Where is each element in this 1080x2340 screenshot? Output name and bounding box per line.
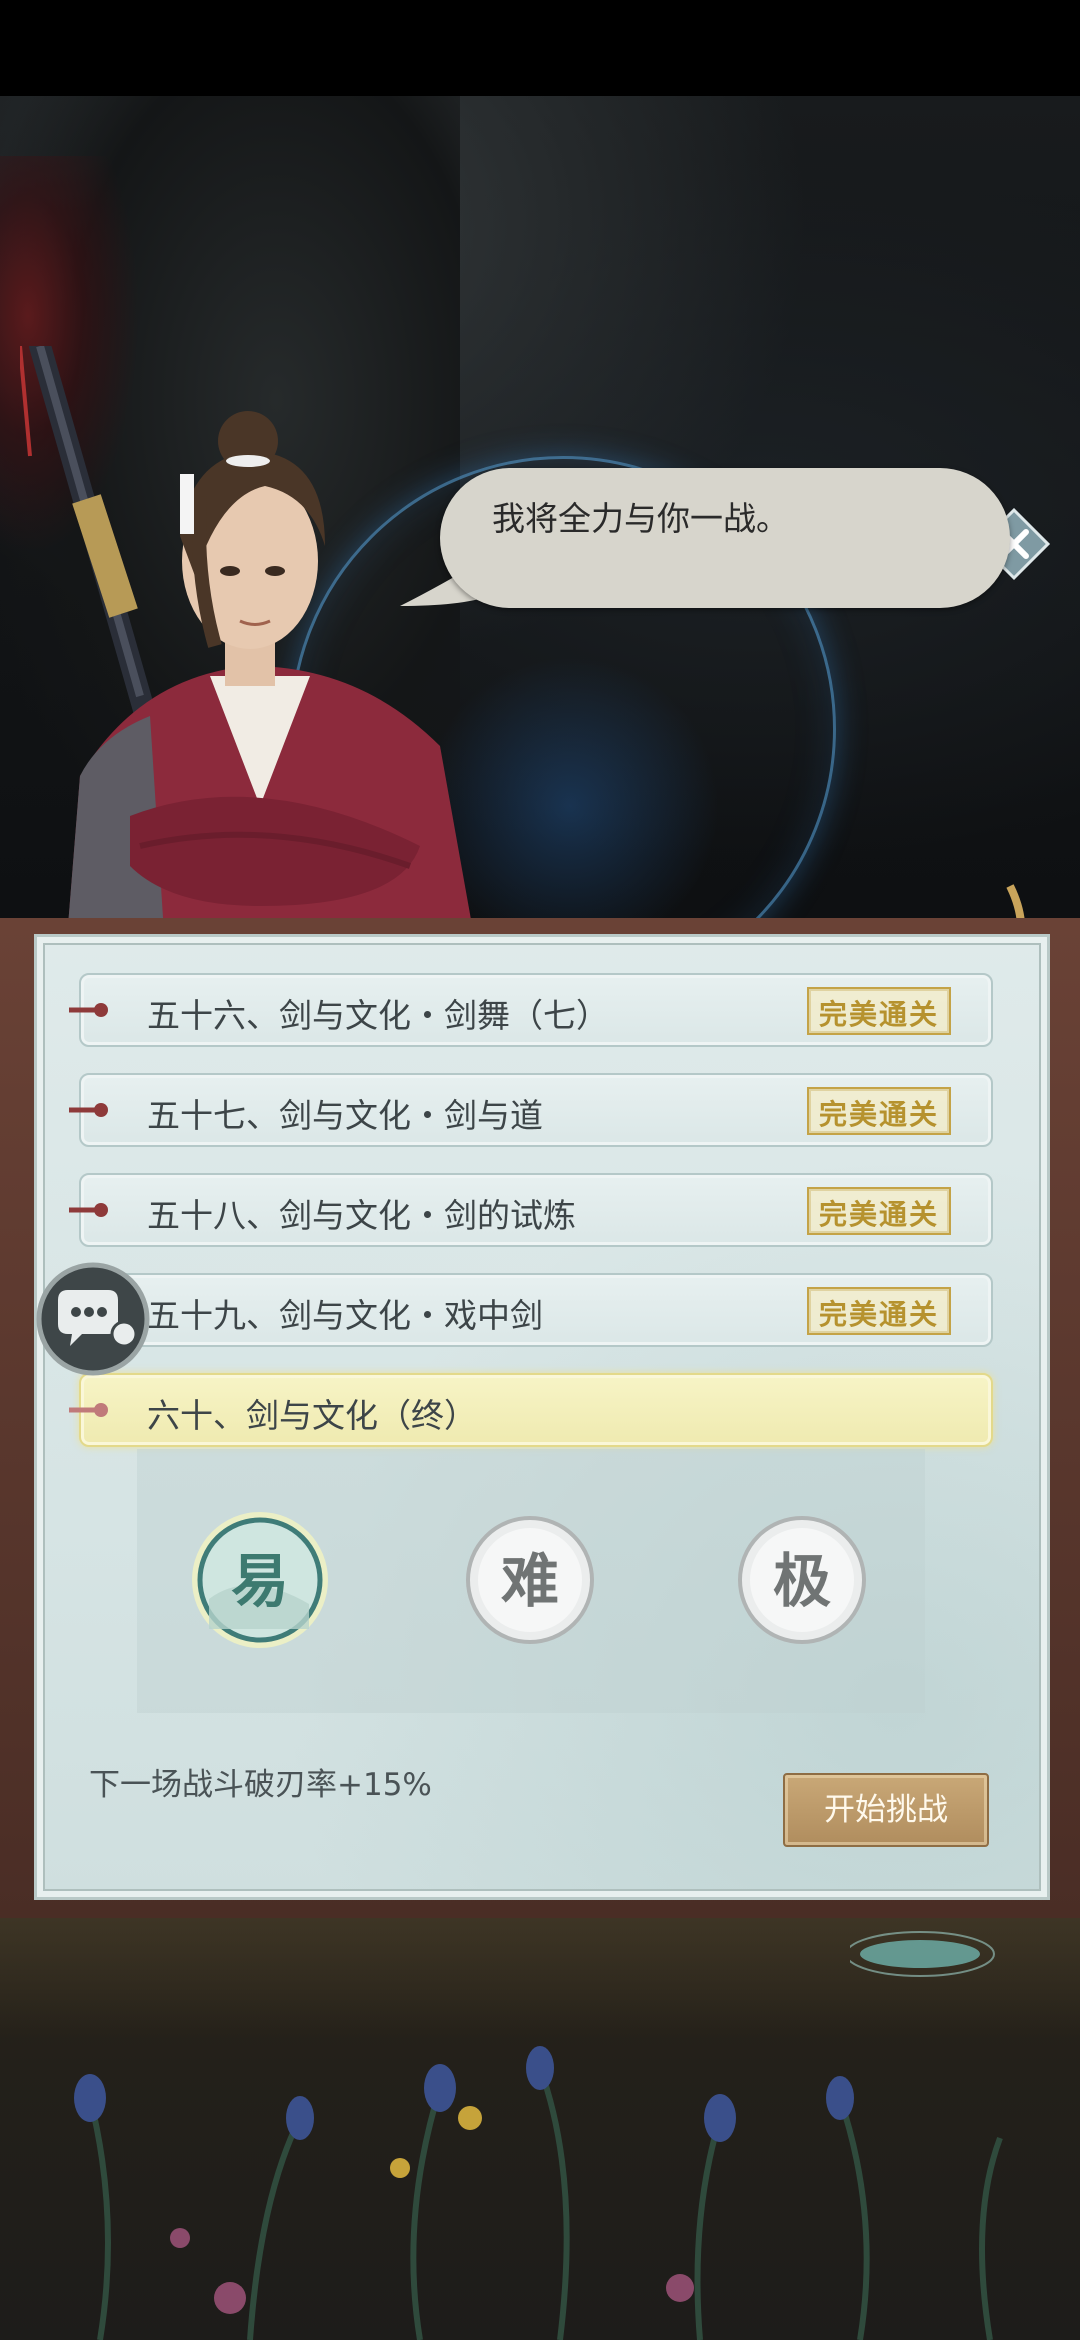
level-title: 五十七、剑与文化・剑与道 [147, 1096, 543, 1135]
start-challenge-button[interactable]: 开始挑战 [783, 1773, 989, 1847]
level-title: 六十、剑与文化（终） [147, 1396, 477, 1435]
status-bar [0, 0, 1080, 96]
level-row-57[interactable]: 五十七、剑与文化・剑与道 完美通关 [69, 1073, 993, 1147]
next-battle-bonus: 下一场战斗破刃率+15% [89, 1767, 432, 1803]
difficulty-selector: 易 难 极 [137, 1449, 925, 1713]
perfect-clear-stamp: 完美通关 [807, 987, 951, 1035]
level-row-60[interactable]: 六十、剑与文化（终） [69, 1373, 993, 1447]
level-row-58[interactable]: 五十八、剑与文化・剑的试炼 完美通关 [69, 1173, 993, 1247]
level-title: 五十九、剑与文化・戏中剑 [147, 1296, 543, 1335]
character-portrait [20, 346, 473, 926]
pin-icon [69, 1003, 108, 1017]
difficulty-hard-button[interactable]: 难 [459, 1509, 601, 1651]
level-title: 五十六、剑与文化・剑舞（七） [147, 996, 609, 1035]
dialogue-text: 我将全力与你一战。 [492, 499, 789, 538]
pin-icon [69, 1103, 108, 1117]
speech-bubble: 我将全力与你一战。 [440, 468, 1010, 608]
perfect-clear-stamp: 完美通关 [807, 1087, 951, 1135]
chat-bubble-icon[interactable] [36, 1262, 150, 1376]
difficulty-easy-button[interactable]: 易 [189, 1509, 331, 1651]
pin-icon [69, 1403, 108, 1417]
svg-text:难: 难 [501, 1547, 559, 1615]
svg-text:极: 极 [773, 1547, 831, 1615]
perfect-clear-stamp: 完美通关 [807, 1187, 951, 1235]
level-row-59[interactable]: 五十九、剑与文化・戏中剑 完美通关 [69, 1273, 993, 1347]
pin-icon [69, 1203, 108, 1217]
level-title: 五十八、剑与文化・剑的试炼 [147, 1196, 576, 1235]
level-row-56[interactable]: 五十六、剑与文化・剑舞（七） 完美通关 [69, 973, 993, 1047]
lily-pad-decoration [850, 1931, 995, 1977]
svg-text:易: 易 [231, 1547, 289, 1615]
difficulty-extreme-button[interactable]: 极 [731, 1509, 873, 1651]
perfect-clear-stamp: 完美通关 [807, 1287, 951, 1335]
level-select-panel: 五十六、剑与文化・剑舞（七） 完美通关 五十七、剑与文化・剑与道 完美通关 五十… [34, 934, 1050, 1900]
